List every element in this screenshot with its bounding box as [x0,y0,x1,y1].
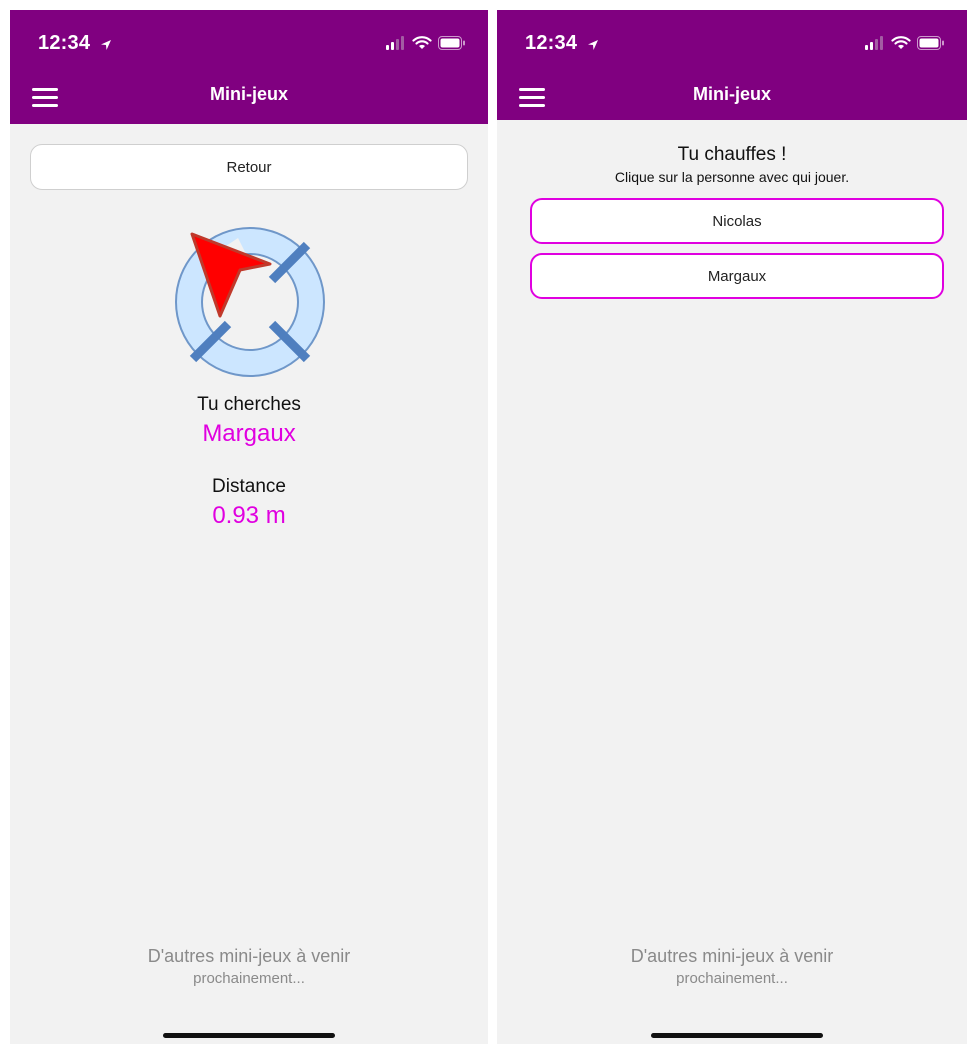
screen-right: 12:34 Mini-jeux Tu chauffes ! Clique sur… [497,10,967,1044]
signal-icon [865,36,885,55]
footer-line-2: prochainement... [193,970,305,987]
footer-line-1: D'autres mini-jeux à venir [630,946,834,966]
status-indicators [865,36,945,55]
person-button-nicolas[interactable]: Nicolas [530,198,944,244]
battery-icon [917,36,945,55]
screen-left: 12:34 Mini-jeux Retour Tu cherches Marga… [10,10,488,1044]
page-title: Mini-jeux [209,84,288,104]
back-button[interactable]: Retour [30,144,468,190]
status-time-text: 12:34 [525,32,578,54]
compass-icon [170,222,330,382]
footer-line-1: D'autres mini-jeux à venir [147,946,351,966]
home-indicator[interactable] [163,1033,335,1038]
wifi-icon [891,36,911,55]
distance-value: 0.93 m [212,502,286,529]
status-time-text: 12:34 [38,32,91,54]
game-heading: Tu chauffes ! [677,144,787,165]
page-title: Mini-jeux [692,84,771,104]
status-time: 12:34 [38,32,112,57]
person-button-margaux[interactable]: Margaux [530,253,944,299]
signal-icon [386,36,406,55]
wifi-icon [412,36,432,55]
status-indicators [386,36,466,55]
battery-icon [438,36,466,55]
header-bar: 12:34 Mini-jeux [497,10,967,120]
status-time: 12:34 [525,32,599,57]
search-label: Tu cherches [197,394,301,415]
footer-line-2: prochainement... [676,970,788,987]
location-arrow-icon [587,34,599,57]
distance-label: Distance [212,476,286,497]
location-arrow-icon [100,34,112,57]
home-indicator[interactable] [651,1033,823,1038]
game-subheading: Clique sur la personne avec qui jouer. [614,169,850,185]
header-bar: 12:34 Mini-jeux [10,10,488,124]
search-target: Margaux [202,420,296,447]
